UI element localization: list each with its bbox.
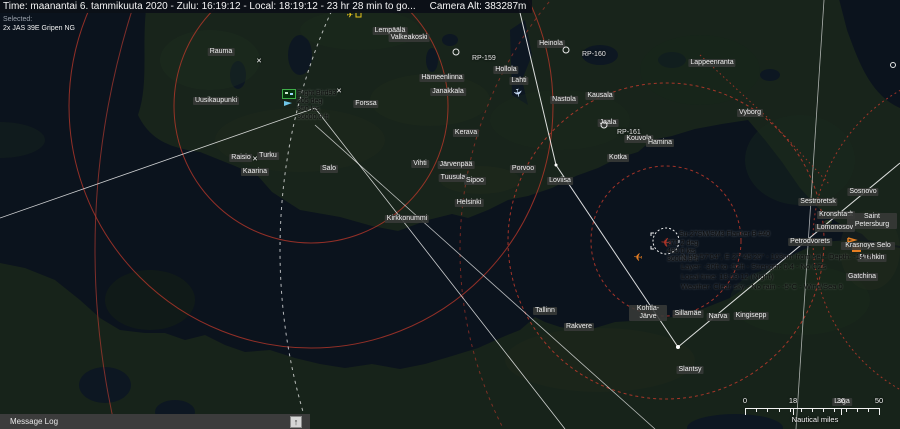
map-place-label: Porvoo [510,165,536,173]
map-place-label: Kaarina [241,168,269,176]
map-place-label: Raisio [229,154,252,162]
map-place-label: Loviisa [547,177,573,185]
gripen-name: Flight Bird93 [297,90,336,98]
map-place-label: Sillamäe [673,310,704,318]
map-place-label: Kirkkonummi [385,215,429,223]
map-place-label: Sipoo [464,177,486,185]
map-place-label: Rakvere [564,323,594,331]
gripen-speed: 350 kts [297,106,336,114]
scale-minor-tick [834,408,835,412]
flanker-heading: 271.2 deg [667,240,698,248]
map-place-label: Slantsy [677,366,704,374]
flanker-datablock: Su-27SM/SM3 Flanker B #40 [679,231,770,239]
tooltip-weather-line: Weather: Clear sky - No rain - -5°C - Wi… [681,282,872,292]
map-place-label: Vihti [411,160,429,168]
reference-point-marker[interactable] [601,122,608,129]
reference-point-label: RP-161 [617,129,641,136]
scale-major-tick [745,408,746,415]
scale-tick-label: 36 [837,396,845,405]
scale-minor-tick [790,408,791,412]
message-log-title: Message Log [0,417,58,426]
flanker-wingman-icon[interactable]: ✈ [633,250,643,264]
scale-minor-tick [868,408,869,412]
map-place-label: Salo [320,165,338,173]
map-place-label: Petrodvorets [788,238,832,246]
scale-minor-tick [857,408,858,412]
message-log-expand-button[interactable]: ↑ [290,416,302,428]
map-x-mark: × [256,57,261,66]
scale-minor-tick [756,408,757,412]
map-place-label: Helsinki [455,199,484,207]
gripen-heading: 205 deg [297,98,336,106]
map-place-label: Kerava [453,129,479,137]
flanker-name: Su-27SM/SM3 Flanker B #40 [679,231,770,239]
map-place-label: Lahti [509,77,528,85]
map-place-label: Krasnoye Selo [841,242,895,250]
map-place-label: Janakkala [430,88,466,96]
gripen-altitude: 36000.0 ft [297,114,336,122]
scale-tick-label: 50 [875,396,883,405]
scale-minor-tick [823,408,824,412]
reference-point-label: RP-160 [582,51,606,58]
map-x-mark: × [336,87,341,96]
sim-map-screen[interactable]: ✈ ✈ ✈ ✈ Flight Bird93 205 deg 350 kts 36… [0,0,900,429]
camera-altitude-text: Camera Alt: 383287m [430,1,527,12]
scale-minor-tick [767,408,768,412]
tooltip-layer-line: Layer: -30ft to -52ft - Strength: 0.4 - … [681,262,872,272]
map-place-label: Hollola [493,66,518,74]
selected-unit-box: Selected: 2x JAS 39E Gripen NG [3,15,75,33]
map-place-label: Hamina [646,139,674,147]
message-log-bar[interactable]: Message Log ↑ [0,414,310,429]
scale-major-tick [879,408,880,415]
map-place-label: Valkeakoski [389,34,430,42]
reference-point-marker[interactable] [453,49,460,56]
map-place-label: Turku [257,152,279,160]
map-place-label: Vyborg [737,109,763,117]
scale-major-tick [793,408,794,415]
cursor-info-tooltip: N 59°57'04", E 27°45'26" - 163nm from se… [681,252,872,292]
scale-minor-tick [846,408,847,412]
map-place-label: Sestroretsk [798,198,837,206]
map-scale-bar: Nautical miles 0 18 36 50 [740,394,890,426]
scale-major-tick [841,408,842,415]
gripen-datablock: Flight Bird93 205 deg 350 kts 36000.0 ft [297,90,336,122]
map-place-label: Kausala [585,92,614,100]
map-place-label: Narva [707,313,730,321]
reference-point-label: RP-159 [472,55,496,62]
map-place-label: Lappeenranta [688,59,735,67]
map-place-label: Lomonosov [815,224,855,232]
map-place-label: Forssa [353,100,378,108]
map-x-mark: × [252,155,257,164]
map-canvas[interactable]: ✈ ✈ ✈ ✈ [0,0,900,429]
scale-unit-label: Nautical miles [740,415,890,424]
tooltip-position-line: N 59°57'04", E 27°45'26" - 163nm from se… [681,252,872,262]
scale-minor-tick [779,408,780,412]
map-place-label: Tuusula [439,174,468,182]
scale-minor-tick [812,408,813,412]
scale-tick-label: 18 [789,396,797,405]
scale-tick-label: 0 [743,396,747,405]
map-place-label: Kotka [607,154,629,162]
map-place-label: Heinola [537,40,565,48]
map-place-label: Nastola [550,96,578,104]
reference-point-marker[interactable] [563,47,570,54]
time-status-bar: Time: maanantai 6. tammikuuta 2020 - Zul… [0,0,532,13]
time-text: Time: maanantai 6. tammikuuta 2020 - Zul… [3,1,416,12]
map-place-label: Rauma [208,48,235,56]
selected-label: Selected: [3,15,75,24]
map-place-label: Sosnovo [847,188,878,196]
map-place-label: Uusikaupunki [193,97,239,105]
tooltip-localtime-line: Local time: 18:19:12 (Night) [681,272,872,282]
map-place-label: Tallinn [533,307,557,315]
scale-minor-tick [801,408,802,412]
svg-text:✈: ✈ [633,250,643,264]
map-place-label: Kohtla-Järve [629,305,667,321]
map-place-label: Kingisepp [734,312,769,320]
map-place-label: Hämeenlinna [419,74,464,82]
selected-value: 2x JAS 39E Gripen NG [3,24,75,33]
map-place-label: Järvenpää [438,161,475,169]
